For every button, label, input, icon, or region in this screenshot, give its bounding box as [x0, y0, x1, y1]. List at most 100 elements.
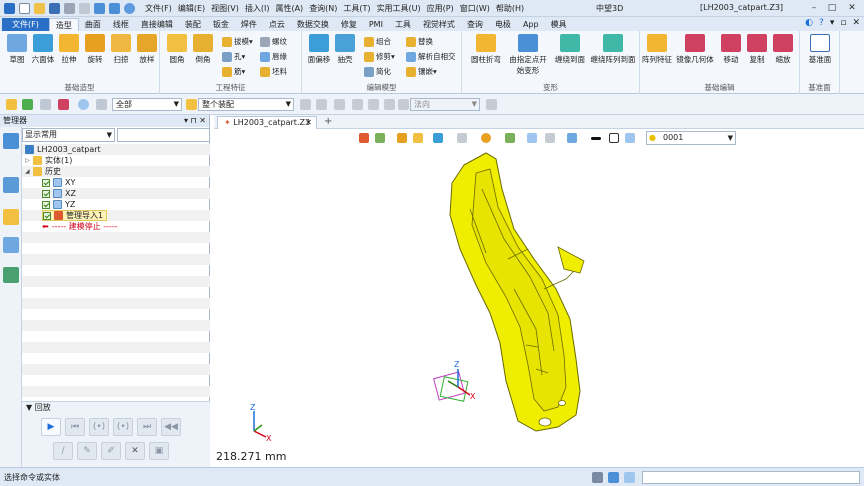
view-box-icon[interactable] — [96, 99, 107, 110]
edit-feature-button[interactable]: ✐ — [101, 442, 121, 460]
add-tab-button[interactable]: + — [324, 116, 332, 127]
cut-icon[interactable] — [79, 2, 90, 14]
refresh-icon[interactable] — [78, 99, 89, 110]
history-tab-icon[interactable] — [3, 133, 19, 149]
menu-help[interactable]: 帮助(H) — [496, 3, 524, 14]
emboss-button[interactable]: 镶嵌 ▾ — [406, 66, 437, 77]
chamfer-button[interactable]: 倒角 — [190, 34, 216, 65]
menu-insert[interactable]: 插入(I) — [245, 3, 270, 14]
scale-button[interactable]: 缩放 — [770, 34, 796, 65]
add-icon[interactable] — [22, 99, 33, 110]
tab-wireframe[interactable]: 线框 — [107, 18, 135, 31]
tree-plane-xy[interactable]: XY — [42, 177, 75, 188]
point-deform-button[interactable]: 由指定点开始变形 — [506, 34, 550, 76]
edit-button[interactable]: ✎ — [77, 442, 97, 460]
status-layout-icon[interactable] — [624, 472, 635, 483]
tree-plane-yz[interactable]: YZ — [42, 199, 75, 210]
align-icon[interactable] — [334, 99, 345, 110]
menu-tools[interactable]: 工具(T) — [343, 3, 370, 14]
step-forward-button[interactable]: ⏭ — [137, 418, 157, 436]
collapse-icon[interactable]: ◢ — [25, 168, 33, 175]
tab-query[interactable]: 查询 — [461, 18, 489, 31]
menu-window[interactable]: 窗口(W) — [460, 3, 490, 14]
point-icon[interactable] — [384, 99, 395, 110]
tab-repair[interactable]: 修复 — [335, 18, 363, 31]
visibility-checkbox[interactable] — [42, 200, 50, 209]
visibility-checkbox[interactable] — [42, 178, 50, 187]
user-tab-icon[interactable] — [3, 267, 19, 283]
select-mode-icon[interactable] — [40, 99, 51, 110]
suppress-button[interactable]: ▣ — [149, 442, 169, 460]
shell-button[interactable]: 抽壳 — [332, 34, 358, 65]
visibility-checkbox[interactable] — [42, 189, 50, 198]
pin-icon[interactable]: ▾ ⊓ — [184, 116, 197, 125]
trim-button[interactable]: 修剪 ▾ — [364, 51, 395, 62]
minimize-button[interactable]: – — [808, 2, 820, 14]
close-icon[interactable]: ✕ — [199, 116, 206, 125]
fillet-button[interactable]: 圆角 — [164, 34, 190, 65]
assembly-scope-select[interactable]: 整个装配 ▼ — [198, 98, 294, 111]
tab-app[interactable]: App — [517, 18, 545, 31]
settings-icon[interactable] — [124, 2, 135, 14]
sketch-button[interactable]: 草图 — [4, 34, 30, 65]
tab-surface[interactable]: 曲面 — [79, 18, 107, 31]
options-icon[interactable] — [486, 99, 497, 110]
close-button[interactable]: ✕ — [846, 2, 858, 14]
play-button[interactable]: ▶ — [41, 418, 61, 436]
rewind-button[interactable]: ◀◀ — [161, 418, 181, 436]
copy-button[interactable]: 复制 — [744, 34, 770, 65]
display-filter-select[interactable]: 显示常用 ▼ — [22, 128, 115, 142]
visibility-checkbox[interactable] — [43, 211, 51, 220]
tab-tools[interactable]: 工具 — [389, 18, 417, 31]
tree-plane-xz[interactable]: XZ — [42, 188, 76, 199]
menu-file[interactable]: 文件(F) — [145, 3, 172, 14]
constraint-icon[interactable] — [352, 99, 363, 110]
tab-weldment[interactable]: 焊件 — [235, 18, 263, 31]
tree-solid[interactable]: ▷ 实体(1) — [25, 155, 72, 166]
hole-button[interactable]: 孔 ▾ — [222, 51, 245, 62]
plane-icon[interactable] — [368, 99, 379, 110]
3d-viewport[interactable]: ● 0001 ▼ Z X Z X 218.271 mm — [214, 129, 864, 467]
tree-root[interactable]: LH2003_catpart — [25, 144, 101, 155]
menu-apps[interactable]: 应用(P) — [427, 3, 454, 14]
tab-data-exchange[interactable]: 数据交换 — [291, 18, 335, 31]
status-grid-icon[interactable] — [592, 472, 603, 483]
prev-button[interactable]: (•) — [89, 418, 109, 436]
tab-electrode[interactable]: 电极 — [489, 18, 517, 31]
status-screen-icon[interactable] — [608, 472, 619, 483]
wrap-to-face-button[interactable]: 缠绕到面 — [552, 34, 588, 65]
wrap-pattern-button[interactable]: 缠绕阵列到面 — [590, 34, 636, 65]
sweep-button[interactable]: 扫掠 — [108, 34, 134, 65]
manager-search-input[interactable] — [117, 128, 210, 142]
delete-button[interactable]: ✕ — [125, 442, 145, 460]
loft-button[interactable]: 放样 — [134, 34, 160, 65]
selection-filter-select[interactable]: 全部 ▼ — [112, 98, 182, 111]
direction-icon[interactable] — [398, 99, 409, 110]
menu-edit[interactable]: 编辑(E) — [178, 3, 205, 14]
datum-plane-button[interactable]: 基准面 — [807, 34, 833, 65]
chevron-down-icon[interactable]: ▾ — [830, 18, 835, 28]
menu-utilities[interactable]: 实用工具(U) — [377, 3, 421, 14]
normal-direction-select[interactable]: 法向 ▼ — [410, 98, 480, 111]
draft-button[interactable]: 拔模 ▾ — [222, 36, 253, 47]
combine-button[interactable]: 组合 — [364, 36, 391, 47]
revolve-button[interactable]: 旋转 — [82, 34, 108, 65]
part-model[interactable]: Z X Z X — [214, 129, 864, 467]
pattern-feature-button[interactable]: 阵列特征 — [642, 34, 672, 65]
lip-button[interactable]: 唇缘 — [260, 51, 287, 62]
print-icon[interactable] — [64, 2, 75, 14]
grid-icon[interactable] — [300, 99, 311, 110]
playback-title[interactable]: ▼ 回放 — [22, 402, 210, 414]
tab-assembly[interactable]: 装配 — [179, 18, 207, 31]
menu-view[interactable]: 视图(V) — [211, 3, 239, 14]
stock-button[interactable]: 坯料 — [260, 66, 287, 77]
command-input[interactable] — [642, 471, 860, 484]
box-button[interactable]: 六面体 — [30, 34, 56, 65]
expand-icon[interactable]: ▷ — [25, 157, 33, 164]
rib-button[interactable]: 筋 ▾ — [222, 66, 245, 77]
tree-history[interactable]: ◢ 历史 — [25, 166, 61, 177]
redo-icon[interactable] — [109, 2, 120, 14]
self-intersect-button[interactable]: 解析自相交 — [406, 51, 456, 62]
menu-attribute[interactable]: 属性(A) — [275, 3, 303, 14]
maximize-button[interactable]: □ — [826, 2, 838, 14]
